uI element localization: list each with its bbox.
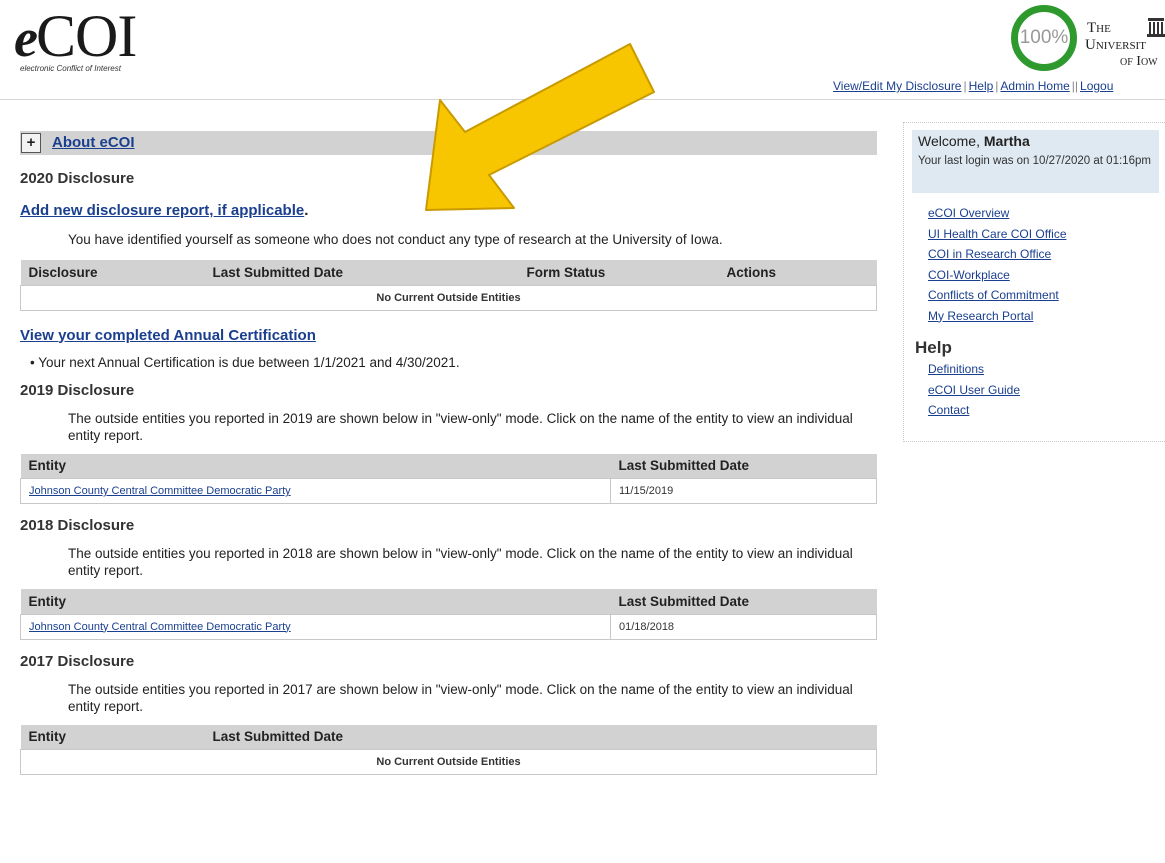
non-research-note: You have identified yourself as someone … bbox=[68, 232, 723, 247]
col-entity: Entity bbox=[20, 589, 611, 614]
col-last-submitted-date: Last Submitted Date bbox=[204, 260, 519, 285]
annotation-arrow bbox=[425, 43, 655, 211]
disclosure-2019-heading: 2019 Disclosure bbox=[20, 381, 135, 399]
annual-certification-link[interactable]: View your completed Annual Certification bbox=[20, 327, 316, 344]
disclosure-2019-note: The outside entities you reported in 201… bbox=[68, 410, 853, 443]
table-row: Johnson County Central Committee Democra… bbox=[20, 613, 877, 640]
add-disclosure-period: . bbox=[304, 202, 309, 219]
logo-tagline: electronic Conflict of Interest bbox=[20, 64, 121, 73]
empty-row-text: No Current Outside Entities bbox=[20, 749, 877, 775]
university-line-1: The bbox=[1087, 20, 1111, 36]
welcome-box: Welcome, Martha Your last login was on 1… bbox=[912, 130, 1159, 193]
disclosure-2018-note: The outside entities you reported in 201… bbox=[68, 546, 853, 578]
university-line-2: Universit bbox=[1085, 37, 1146, 53]
entity-cell: Johnson County Central Committee Democra… bbox=[20, 613, 611, 640]
sidebar-link-user-guide[interactable]: eCOI User Guide bbox=[928, 380, 1020, 401]
disclosure-2017-heading: 2017 Disclosure bbox=[20, 652, 135, 670]
help-heading: Help bbox=[915, 338, 952, 357]
table-row: No Current Outside Entities bbox=[20, 749, 877, 775]
table-row: Johnson County Central Committee Democra… bbox=[20, 478, 877, 504]
welcome-prefix: Welcome, bbox=[918, 133, 980, 149]
col-last-submitted-date: Last Submitted Date bbox=[610, 453, 877, 479]
resource-links: eCOI Overview UI Health Care COI Office … bbox=[928, 203, 1067, 326]
help-link[interactable]: Help bbox=[969, 79, 994, 93]
sidebar-link-contact[interactable]: Contact bbox=[928, 400, 1020, 421]
university-logo: The Universit of Iow bbox=[1084, 0, 1165, 70]
progress-indicator: 100% bbox=[1011, 5, 1077, 71]
col-actions: Actions bbox=[718, 260, 877, 285]
help-links: Definitions eCOI User Guide Contact bbox=[928, 359, 1020, 421]
col-last-submitted-date: Last Submitted Date bbox=[610, 589, 877, 614]
date-cell: 11/15/2019 bbox=[610, 478, 877, 504]
progress-value: 100% bbox=[1019, 27, 1069, 48]
sidebar-link-coi-workplace[interactable]: COI-Workplace bbox=[928, 265, 1067, 286]
disclosure-2017-table: Entity Last Submitted Date No Current Ou… bbox=[20, 724, 877, 775]
admin-home-link[interactable]: Admin Home bbox=[1000, 79, 1069, 93]
sidebar-link-health-care-coi[interactable]: UI Health Care COI Office bbox=[928, 224, 1067, 245]
disclosure-2018-table: Entity Last Submitted Date Johnson Count… bbox=[20, 589, 877, 640]
col-form-status: Form Status bbox=[518, 260, 719, 285]
date-cell: 01/18/2018 bbox=[610, 613, 877, 640]
col-disclosure: Disclosure bbox=[20, 260, 205, 285]
disclosure-2020-table: Disclosure Last Submitted Date Form Stat… bbox=[20, 260, 877, 311]
table-header-row: Entity Last Submitted Date bbox=[20, 724, 877, 750]
entity-cell: Johnson County Central Committee Democra… bbox=[20, 478, 611, 504]
sidebar-link-coi-research[interactable]: COI in Research Office bbox=[928, 244, 1067, 265]
sidebar-link-research-portal[interactable]: My Research Portal bbox=[928, 306, 1067, 327]
empty-row-text: No Current Outside Entities bbox=[20, 284, 877, 311]
disclosure-2019-table: Entity Last Submitted Date Johnson Count… bbox=[20, 453, 877, 504]
arrow-shape bbox=[425, 43, 655, 211]
sidebar-link-conflicts-commitment[interactable]: Conflicts of Commitment bbox=[928, 285, 1067, 306]
view-edit-disclosure-link[interactable]: View/Edit My Disclosure bbox=[833, 79, 961, 93]
col-entity: Entity bbox=[20, 453, 611, 479]
annual-due-item: • Your next Annual Certification is due … bbox=[20, 355, 877, 370]
welcome-line: Welcome, Martha bbox=[918, 133, 1030, 149]
table-header-row: Disclosure Last Submitted Date Form Stat… bbox=[20, 260, 877, 285]
col-last-submitted-date: Last Submitted Date bbox=[204, 724, 877, 750]
user-name: Martha bbox=[983, 133, 1030, 149]
annual-due-text: Your next Annual Certification is due be… bbox=[38, 354, 460, 370]
disclosure-2018-heading: 2018 Disclosure bbox=[20, 517, 135, 534]
university-line-3: of Iow bbox=[1120, 54, 1158, 69]
table-header-row: Entity Last Submitted Date bbox=[20, 589, 877, 614]
entity-link[interactable]: Johnson County Central Committee Democra… bbox=[29, 621, 291, 633]
last-login-text: Your last login was on 10/27/2020 at 01:… bbox=[918, 155, 1151, 167]
table-header-row: Entity Last Submitted Date bbox=[20, 453, 877, 479]
sidebar-link-definitions[interactable]: Definitions bbox=[928, 359, 1020, 380]
top-navigation: View/Edit My Disclosure | Help | Admin Home |… bbox=[833, 79, 1114, 93]
sidebar: Welcome, Martha Your last login was on 1… bbox=[903, 122, 1165, 442]
table-row: No Current Outside Entities bbox=[20, 284, 877, 311]
about-ecoi-link[interactable]: About eCOI bbox=[52, 134, 135, 151]
bullet-icon: • bbox=[30, 354, 35, 370]
add-disclosure-link[interactable]: Add new disclosure report, if applicable bbox=[20, 202, 304, 219]
entity-link[interactable]: Johnson County Central Committee Democra… bbox=[29, 485, 291, 497]
sidebar-link-ecoi-overview[interactable]: eCOI Overview bbox=[928, 203, 1067, 224]
main-content: + About eCOI 2020 Disclosure Add new dis… bbox=[20, 131, 877, 775]
logout-link[interactable]: Logou bbox=[1080, 79, 1113, 93]
logo-text-coi: COI bbox=[35, 3, 137, 69]
disclosure-2017-note: The outside entities you reported in 201… bbox=[68, 681, 853, 714]
col-entity: Entity bbox=[20, 724, 205, 750]
expand-toggle-button[interactable]: + bbox=[21, 133, 41, 153]
logo-letter-e: e bbox=[14, 8, 38, 68]
old-capitol-building-icon bbox=[1147, 18, 1165, 37]
